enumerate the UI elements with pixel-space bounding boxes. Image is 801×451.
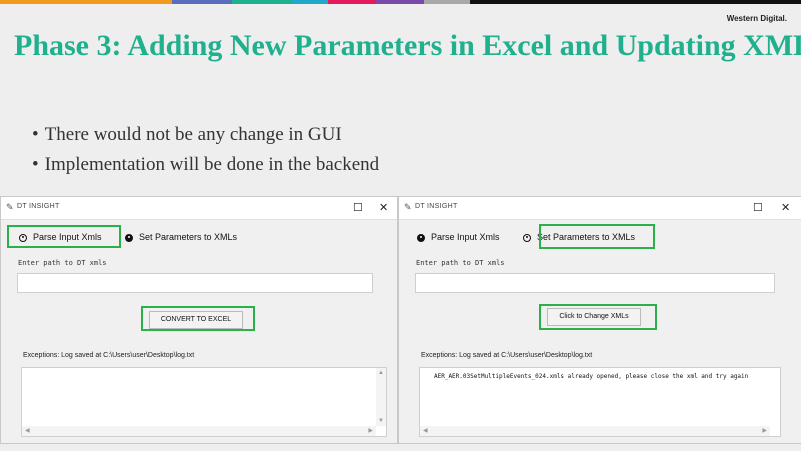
highlight-box (141, 306, 255, 331)
slide-title: Phase 3: Adding New Parameters in Excel … (14, 29, 801, 62)
slide-top-color-bar (0, 0, 801, 4)
highlight-box (539, 224, 655, 249)
radio-unselected-icon (417, 233, 425, 242)
highlight-box (539, 304, 657, 330)
color-segment (376, 0, 424, 4)
log-text: AER_AER.03SetMultipleEvents_024.xmls alr… (434, 373, 749, 380)
title-bar: ✎ DT INSIGHT ☐ ✕ (399, 197, 801, 220)
highlight-box (7, 225, 121, 248)
feather-icon: ✎ (6, 202, 14, 212)
maximize-button[interactable]: ☐ (353, 201, 363, 214)
path-input[interactable] (17, 273, 373, 293)
title-bar: ✎ DT INSIGHT ☐ ✕ (1, 197, 397, 220)
bullet-item: • Implementation will be done in the back… (32, 154, 380, 175)
radio-set-parameters[interactable]: Set Parameters to XMLs (125, 232, 237, 242)
window-title: DT INSIGHT (415, 203, 458, 210)
path-label: Enter path to DT xmls (416, 259, 505, 267)
vertical-scrollbar[interactable]: ▲ ▼ (376, 368, 386, 426)
close-button[interactable]: ✕ (781, 201, 790, 214)
color-segment (172, 0, 232, 4)
close-button[interactable]: ✕ (379, 201, 388, 214)
bullet-list: • There would not be any change in GUI • I… (32, 122, 379, 182)
radio-selected-icon (523, 233, 531, 242)
scroll-right-icon[interactable]: ▶ (368, 427, 373, 434)
log-textarea[interactable]: AER_AER.03SetMultipleEvents_024.xmls alr… (419, 367, 781, 437)
color-segment (0, 0, 172, 4)
color-segment (232, 0, 292, 4)
app-window-left: ✎ DT INSIGHT ☐ ✕ Parse Input Xmls Set Pa… (0, 196, 398, 444)
color-segment (292, 0, 328, 4)
horizontal-scrollbar[interactable]: ◀ ▶ (22, 426, 376, 436)
path-label: Enter path to DT xmls (18, 259, 107, 267)
radio-label: Set Parameters to XMLs (139, 232, 238, 242)
scroll-up-icon[interactable]: ▲ (378, 370, 384, 376)
brand-logo: Western Digital. (726, 14, 787, 23)
maximize-button[interactable]: ☐ (753, 201, 763, 214)
radio-label: Parse Input Xmls (431, 232, 500, 242)
path-input[interactable] (415, 273, 775, 293)
app-window-right: ✎ DT INSIGHT ☐ ✕ Parse Input Xmls Set Pa… (398, 196, 801, 444)
window-title: DT INSIGHT (17, 203, 60, 210)
color-segment (424, 0, 470, 4)
scroll-right-icon[interactable]: ▶ (762, 427, 767, 434)
log-textarea[interactable]: ▲ ▼ ◀ ▶ (21, 367, 387, 437)
radio-unselected-icon (125, 233, 133, 242)
scroll-down-icon[interactable]: ▼ (378, 418, 384, 424)
feather-icon: ✎ (404, 202, 412, 212)
horizontal-scrollbar[interactable]: ◀ ▶ (420, 426, 770, 436)
bullet-item: • There would not be any change in GUI (32, 124, 342, 145)
exceptions-label: Exceptions: Log saved at C:\Users\user\D… (421, 352, 593, 359)
radio-parse-input-xmls[interactable]: Parse Input Xmls (417, 232, 500, 242)
scroll-left-icon[interactable]: ◀ (25, 427, 30, 434)
color-segment (328, 0, 376, 4)
exceptions-label: Exceptions: Log saved at C:\Users\user\D… (23, 352, 195, 359)
scroll-left-icon[interactable]: ◀ (423, 427, 428, 434)
color-segment (470, 0, 801, 4)
